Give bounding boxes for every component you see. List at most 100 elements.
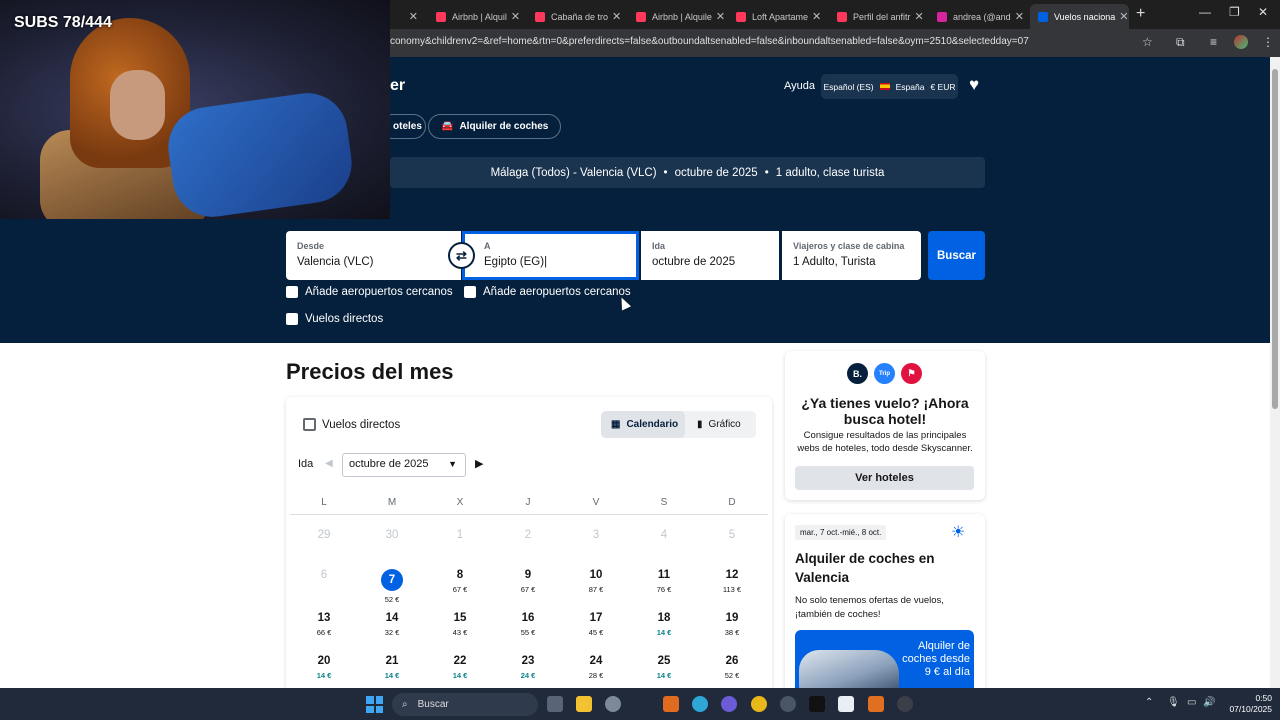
browser-tab[interactable]: andrea (@and ✕ [929, 4, 1028, 29]
tab-close-icon[interactable]: ✕ [405, 10, 418, 23]
site-logo[interactable]: er [390, 77, 405, 95]
calendar-day[interactable]: 7 52 € [372, 569, 412, 604]
travellers-field[interactable]: Viajeros y clase de cabina 1 Adulto, Tur… [782, 231, 921, 280]
taskbar-clock[interactable]: 0:50 07/10/2025 [1222, 693, 1272, 715]
travellers-value[interactable]: 1 Adulto, Turista [793, 256, 910, 268]
calendar-day[interactable]: 21 14 € [372, 655, 412, 680]
settings-icon[interactable] [605, 696, 621, 712]
maximize-button[interactable]: ❐ [1229, 5, 1240, 19]
edge-icon[interactable] [692, 696, 708, 712]
tab-close-icon[interactable]: ✕ [507, 10, 520, 23]
media-player-icon[interactable] [897, 696, 913, 712]
calendar-day[interactable]: 11 76 € [644, 569, 684, 594]
windows-start-icon[interactable] [366, 696, 383, 713]
calendar-day[interactable]: 17 45 € [576, 612, 616, 637]
calendar-day[interactable]: 16 55 € [508, 612, 548, 637]
calendar-day[interactable]: 25 14 € [644, 655, 684, 680]
volume-icon[interactable]: 🔊 [1203, 697, 1215, 708]
calendar-direct-checkbox[interactable]: Vuelos directos [303, 418, 400, 431]
microphone-icon[interactable]: 🎙 [1167, 697, 1180, 708]
browser-menu-icon[interactable]: ⋮ [1262, 35, 1274, 49]
tiktok-icon[interactable] [809, 696, 825, 712]
file-explorer-icon[interactable] [576, 696, 592, 712]
calendar-day[interactable]: 13 66 € [304, 612, 344, 637]
calendar-day[interactable]: 26 52 € [712, 655, 752, 680]
nav-cars-pill[interactable]: 🚘 Alquiler de coches [428, 114, 562, 139]
day-number: 23 [521, 655, 535, 667]
bookmark-star-icon[interactable]: ☆ [1142, 35, 1153, 49]
checkbox-box[interactable] [286, 313, 298, 325]
origin-field[interactable]: Desde Valencia (VLC) [286, 231, 461, 280]
destination-input[interactable]: Egipto (EG)| [484, 256, 617, 268]
checkbox-box[interactable] [303, 418, 316, 431]
help-link[interactable]: Ayuda [784, 80, 815, 92]
search-button[interactable]: Buscar [928, 231, 985, 280]
tab-close-icon[interactable]: ✕ [712, 10, 725, 23]
search-summary[interactable]: Málaga (Todos) - Valencia (VLC) • octubr… [390, 157, 985, 188]
app-icon[interactable] [780, 696, 796, 712]
see-hotels-button[interactable]: Ver hoteles [795, 466, 974, 490]
depart-field[interactable]: Ida octubre de 2025 [641, 231, 779, 280]
nearby-destination-checkbox[interactable]: Añade aeropuertos cercanos [464, 286, 631, 298]
taskbar-search[interactable]: ⌕ Buscar [392, 693, 538, 716]
checkbox-box[interactable] [464, 286, 476, 298]
heart-icon[interactable]: ♥ [969, 75, 979, 95]
tab-close-icon[interactable]: ✕ [608, 10, 621, 23]
destination-field[interactable]: A Egipto (EG)| [462, 231, 639, 280]
calendar-day[interactable]: 10 87 € [576, 569, 616, 594]
discord-icon[interactable] [721, 696, 737, 712]
calendar-day[interactable]: 19 38 € [712, 612, 752, 637]
new-tab-button[interactable]: + [1136, 5, 1145, 23]
tab-close-icon[interactable]: ✕ [1011, 10, 1024, 23]
browser-tab[interactable]: Airbnb | Alquile ✕ [628, 4, 727, 29]
tab-close-icon[interactable]: ✕ [1115, 10, 1128, 23]
browser-tab[interactable]: Loft Apartame ✕ [728, 4, 827, 29]
day-number: 8 [456, 569, 464, 581]
depart-value[interactable]: octubre de 2025 [652, 256, 768, 268]
calendar-day[interactable]: 24 28 € [576, 655, 616, 680]
browser-tab[interactable]: Vuelos naciona ✕ [1030, 4, 1129, 29]
url-text[interactable]: conomy&childrenv2=&ref=home&rtn=0&prefer… [390, 36, 1029, 47]
calendar-day[interactable]: 22 14 € [440, 655, 480, 680]
network-icon[interactable]: ▭ [1187, 697, 1196, 708]
minimize-button[interactable]: — [1199, 5, 1211, 19]
calendar-day[interactable]: 8 67 € [440, 569, 480, 594]
browser-tab[interactable]: Perfil del anfitr ✕ [829, 4, 928, 29]
checkbox-box[interactable] [286, 286, 298, 298]
calendar-day[interactable]: 18 14 € [644, 612, 684, 637]
app-icon[interactable] [838, 696, 854, 712]
task-view-icon[interactable] [547, 696, 563, 712]
tab-close-icon[interactable]: ✕ [911, 10, 924, 23]
nearby-origin-checkbox[interactable]: Añade aeropuertos cercanos [286, 286, 453, 298]
calendar-day[interactable]: 14 32 € [372, 612, 412, 637]
car-rental-card[interactable]: mar., 7 oct.-mié., 8 oct. ☀ Alquiler de … [785, 514, 985, 694]
scrollbar-thumb[interactable] [1272, 69, 1278, 409]
next-month-icon[interactable]: ▶ [475, 457, 483, 470]
app-icon[interactable] [868, 696, 884, 712]
calendar-day[interactable]: 20 14 € [304, 655, 344, 680]
browser-tab[interactable]: Cabaña de tro ✕ [527, 4, 626, 29]
browser-tab[interactable]: Airbnb | Alquil ✕ [428, 4, 527, 29]
month-select[interactable]: octubre de 2025 ▼ [342, 453, 466, 477]
app-icon[interactable] [663, 696, 679, 712]
origin-value[interactable]: Valencia (VLC) [297, 256, 450, 268]
calendar-day[interactable]: 15 43 € [440, 612, 480, 637]
swap-icon[interactable]: ⇄ [448, 242, 475, 269]
calendar-view-button[interactable]: ▦ Calendario [601, 411, 685, 438]
direct-flights-checkbox[interactable]: Vuelos directos [286, 313, 383, 325]
calendar-day[interactable]: 23 24 € [508, 655, 548, 680]
extensions-icon[interactable]: ⧉ [1176, 35, 1185, 50]
tray-chevron-icon[interactable]: ⌃ [1145, 697, 1153, 708]
car-promo-banner[interactable]: Alquiler de coches desde 9 € al día [795, 630, 974, 694]
close-window-button[interactable]: ✕ [1258, 5, 1268, 19]
chart-view-button[interactable]: ▮ Gráfico [687, 411, 756, 438]
calendar-day[interactable]: 9 67 € [508, 569, 548, 594]
media-icon[interactable]: ≡ [1210, 35, 1217, 49]
locale-button[interactable]: Español (ES) España € EUR [821, 74, 958, 99]
chrome-icon[interactable] [751, 696, 767, 712]
tab-close-icon[interactable]: ✕ [808, 10, 821, 23]
prev-month-icon[interactable]: ◀ [325, 458, 333, 469]
page-scrollbar[interactable] [1270, 57, 1280, 688]
profile-avatar[interactable] [1234, 35, 1248, 49]
calendar-day[interactable]: 12 113 € [712, 569, 752, 594]
